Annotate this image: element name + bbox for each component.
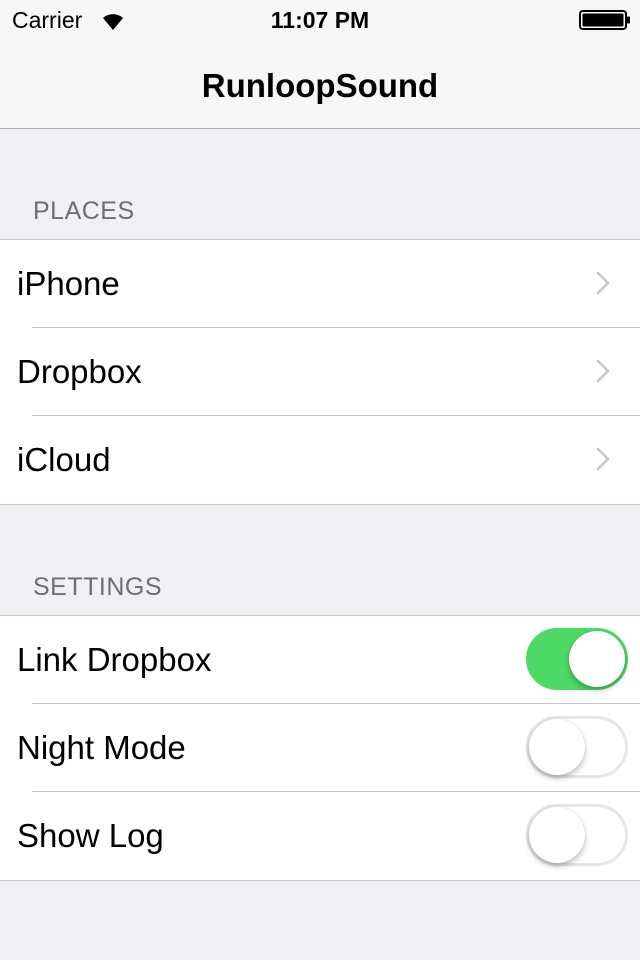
chevron-right-icon xyxy=(596,359,610,383)
show-log-toggle[interactable] xyxy=(526,804,628,866)
navigation-bar: Carrier 11:07 PM RunloopSound xyxy=(0,0,640,129)
row-label: iPhone xyxy=(17,265,120,302)
row-label: Show Log xyxy=(17,817,164,854)
chevron-right-icon xyxy=(596,271,610,295)
settings-group: Link Dropbox Night Mode Show Log xyxy=(0,615,640,881)
toggle-knob xyxy=(569,631,625,687)
toggle-knob xyxy=(529,807,585,863)
settings-row-night-mode: Night Mode xyxy=(0,703,640,792)
chevron-right-icon xyxy=(596,447,610,471)
row-label: Dropbox xyxy=(17,353,142,390)
page-title: RunloopSound xyxy=(201,67,439,104)
battery-full-icon xyxy=(579,10,630,30)
places-group: iPhone Dropbox iCloud xyxy=(0,239,640,505)
status-time: 11:07 PM xyxy=(270,7,370,33)
places-row-dropbox[interactable]: Dropbox xyxy=(0,327,640,416)
settings-row-link-dropbox: Link Dropbox xyxy=(0,616,640,704)
row-label: Night Mode xyxy=(17,729,186,766)
toggle-knob xyxy=(529,719,585,775)
places-row-iphone[interactable]: iPhone xyxy=(0,240,640,328)
settings-row-show-log: Show Log xyxy=(0,791,640,880)
places-row-icloud[interactable]: iCloud xyxy=(0,415,640,504)
night-mode-toggle[interactable] xyxy=(526,716,628,778)
row-label: Link Dropbox xyxy=(17,641,212,678)
status-bar: Carrier 11:07 PM xyxy=(0,0,640,40)
section-header-places: PLACES xyxy=(33,197,135,225)
row-label: iCloud xyxy=(17,441,111,478)
section-header-settings: SETTINGS xyxy=(33,573,163,601)
link-dropbox-toggle[interactable] xyxy=(526,628,628,690)
